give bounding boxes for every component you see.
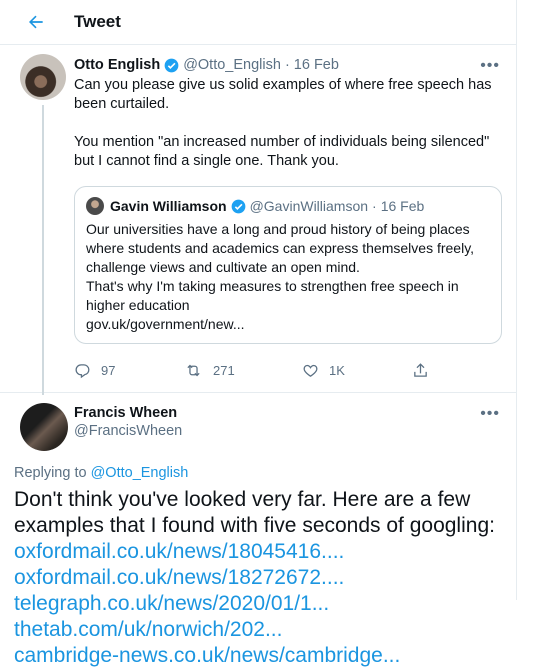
- separator-dot: ·: [372, 198, 377, 214]
- retweet-button[interactable]: 271: [184, 362, 302, 379]
- reply-tweet[interactable]: ••• Francis Wheen @FrancisWheen Replying…: [0, 393, 516, 669]
- reply-link[interactable]: oxfordmail.co.uk/news/18272672....: [14, 565, 502, 591]
- tweet-actions: 97 271 1K: [74, 348, 502, 392]
- verified-badge-icon: [164, 58, 179, 73]
- replying-to-label: Replying to: [14, 465, 87, 481]
- quoted-author-name: Gavin Williamson: [110, 198, 227, 214]
- tweet-date[interactable]: 16 Feb: [294, 57, 339, 73]
- back-arrow-icon[interactable]: [24, 10, 48, 34]
- reply-link[interactable]: thetab.com/uk/norwich/202...: [14, 617, 502, 643]
- main-tweet[interactable]: ••• Otto English @Otto_English · 16 Feb …: [0, 45, 516, 395]
- heart-icon: [303, 364, 318, 377]
- share-button[interactable]: [412, 362, 439, 379]
- tweet-text: Can you please give us solid examples of…: [74, 77, 492, 169]
- more-options-icon[interactable]: •••: [480, 57, 500, 75]
- replying-to-link[interactable]: @Otto_English: [91, 465, 189, 481]
- replying-to: Replying to @Otto_English: [14, 465, 502, 481]
- quoted-author-handle: @GavinWilliamson: [249, 198, 369, 214]
- author-handle[interactable]: @FrancisWheen: [74, 423, 502, 443]
- like-count: 1K: [329, 362, 345, 378]
- reply-link[interactable]: telegraph.co.uk/news/2020/01/1...: [14, 591, 502, 617]
- author-handle[interactable]: @Otto_English: [183, 57, 281, 73]
- retweet-count: 271: [213, 362, 235, 378]
- reply-links: oxfordmail.co.uk/news/18045416.... oxfor…: [14, 539, 502, 669]
- quoted-link[interactable]: gov.uk/government/new...: [86, 315, 489, 334]
- retweet-icon: [187, 364, 200, 376]
- quoted-tweet[interactable]: Gavin Williamson @GavinWilliamson · 16 F…: [74, 186, 502, 344]
- like-button[interactable]: 1K: [302, 362, 412, 379]
- reply-count: 97: [101, 362, 116, 378]
- tweet-page: Tweet ••• Otto English @Otto_English · 1…: [0, 0, 517, 667]
- author-name[interactable]: Francis Wheen: [74, 403, 502, 423]
- verified-badge-icon: [231, 199, 246, 214]
- reply-link[interactable]: cambridge-news.co.uk/news/cambridge...: [14, 643, 502, 669]
- avatar[interactable]: [20, 54, 66, 100]
- separator-dot: ·: [284, 57, 290, 73]
- reply-button[interactable]: 97: [74, 362, 184, 379]
- more-options-icon[interactable]: •••: [480, 405, 500, 423]
- quoted-date: 16 Feb: [380, 198, 425, 214]
- reply-link[interactable]: oxfordmail.co.uk/news/18045416....: [14, 539, 502, 565]
- header: Tweet: [0, 0, 516, 45]
- thread-line: [42, 105, 44, 395]
- reply-icon: [75, 363, 90, 378]
- page-title: Tweet: [74, 12, 121, 31]
- author-name[interactable]: Otto English: [74, 57, 160, 73]
- reply-text: Don't think you've looked very far. Here…: [14, 488, 495, 537]
- quoted-avatar: [86, 197, 104, 215]
- quoted-text: Our universities have a long and proud h…: [86, 221, 475, 313]
- share-icon: [414, 362, 427, 377]
- avatar[interactable]: [20, 403, 68, 451]
